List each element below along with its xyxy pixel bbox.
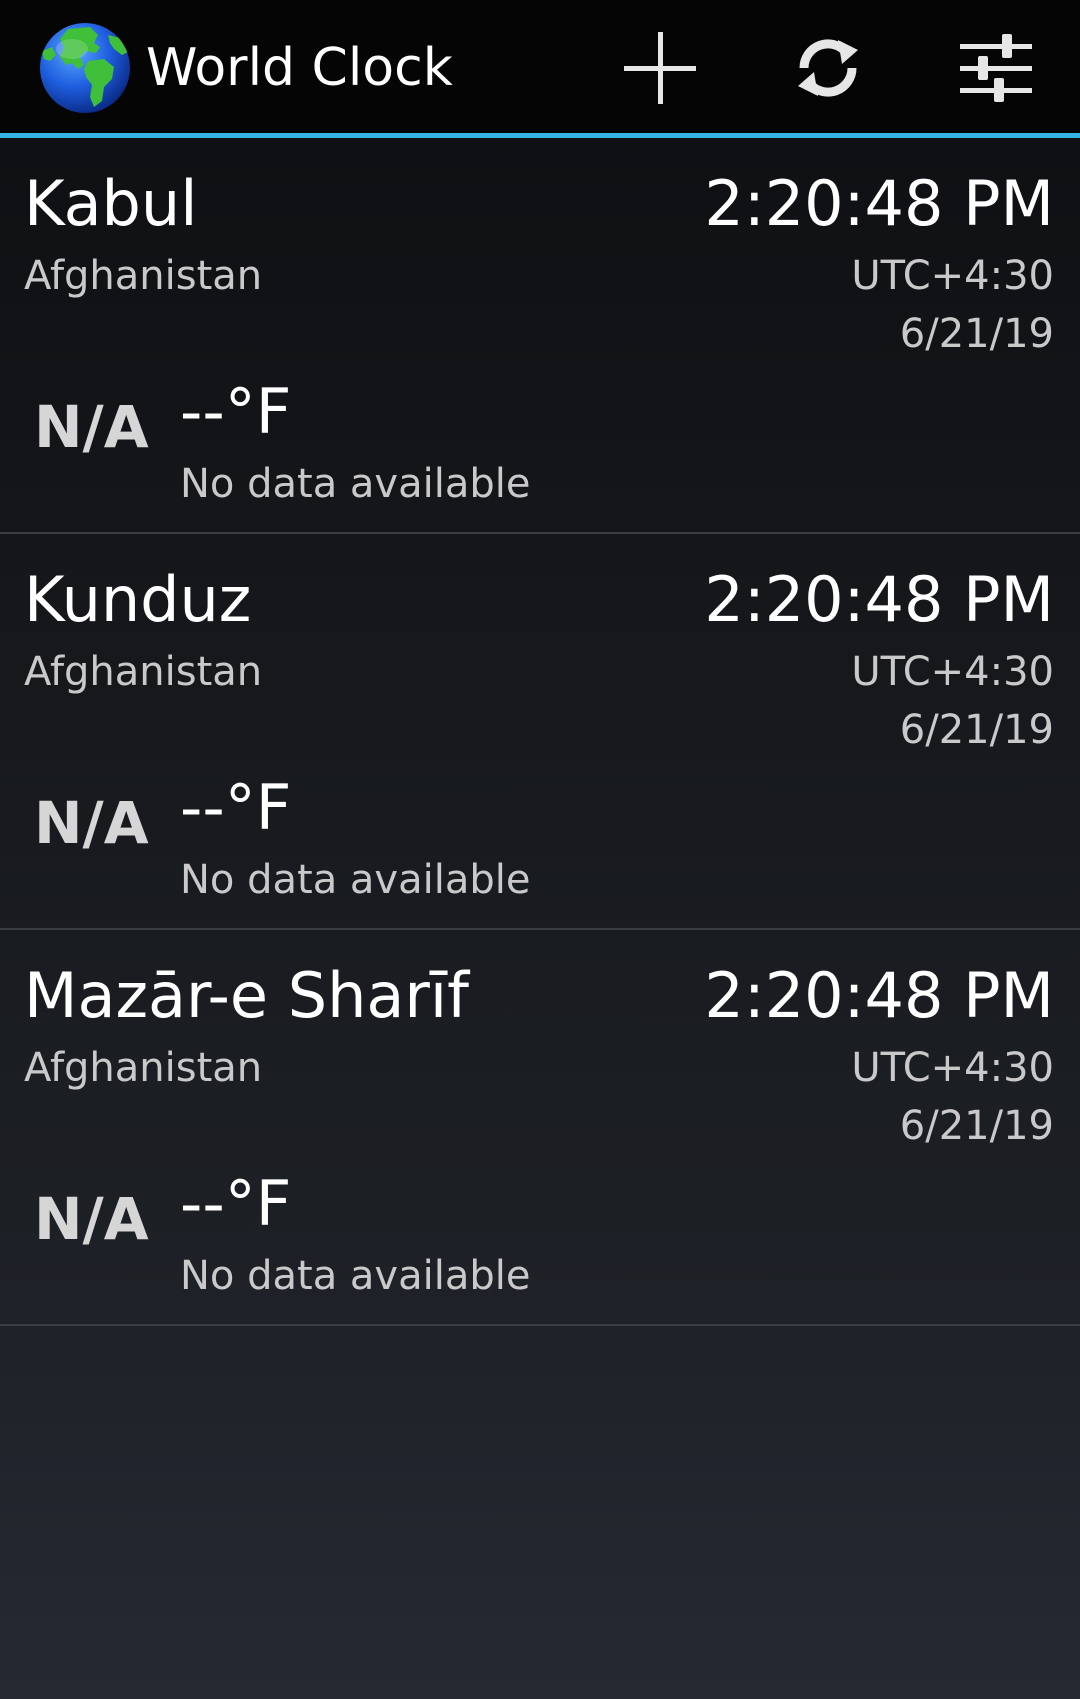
weather-na-icon: N/A [34,789,149,857]
temperature: --°F [180,375,292,448]
city-row[interactable]: Kabul Afghanistan 2:20:48 PM UTC+4:30 6/… [0,138,1080,534]
local-date: 6/21/19 [899,311,1054,357]
utc-offset: UTC+4:30 [851,1045,1054,1091]
weather-description: No data available [180,857,531,903]
local-date: 6/21/19 [899,707,1054,753]
sliders-icon [958,30,1034,106]
local-time: 2:20:48 PM [704,959,1054,1032]
utc-offset: UTC+4:30 [851,649,1054,695]
city-row[interactable]: Mazār-e Sharīf Afghanistan 2:20:48 PM UT… [0,930,1080,1326]
temperature: --°F [180,771,292,844]
city-name: Kabul [24,167,198,240]
temperature: --°F [180,1167,292,1240]
city-list: Kabul Afghanistan 2:20:48 PM UTC+4:30 6/… [0,138,1080,1326]
action-bar: World Clock [0,0,1080,138]
plus-icon [624,32,696,104]
country-name: Afghanistan [24,1045,263,1091]
country-name: Afghanistan [24,649,263,695]
utc-offset: UTC+4:30 [851,253,1054,299]
app-title: World Clock [146,38,453,98]
city-row[interactable]: Kunduz Afghanistan 2:20:48 PM UTC+4:30 6… [0,534,1080,930]
weather-description: No data available [180,461,531,507]
local-time: 2:20:48 PM [704,563,1054,636]
local-date: 6/21/19 [899,1103,1054,1149]
city-name: Mazār-e Sharīf [24,959,469,1032]
weather-na-icon: N/A [34,393,149,461]
add-city-button[interactable] [610,20,710,116]
globe-icon[interactable] [38,21,132,115]
settings-button[interactable] [946,20,1046,116]
country-name: Afghanistan [24,253,263,299]
refresh-button[interactable] [778,20,878,116]
weather-na-icon: N/A [34,1185,149,1253]
local-time: 2:20:48 PM [704,167,1054,240]
refresh-icon [792,32,864,104]
city-name: Kunduz [24,563,252,636]
weather-description: No data available [180,1253,531,1299]
